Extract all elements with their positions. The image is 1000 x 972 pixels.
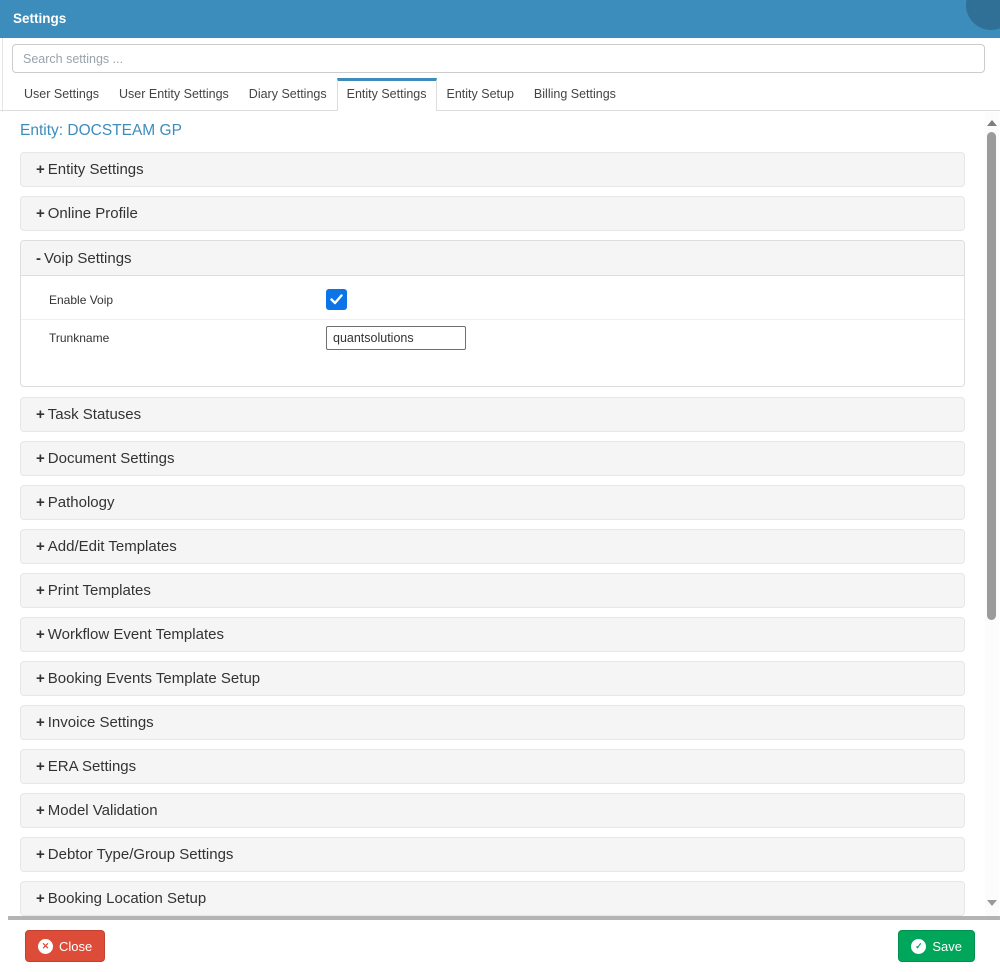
voip-settings-header[interactable]: - Voip Settings: [21, 241, 964, 276]
accordion-label: Pathology: [47, 494, 115, 511]
voip-settings-body: Enable Voip Trunkname: [21, 276, 964, 386]
enable-voip-label: Enable Voip: [49, 292, 114, 307]
expand-plus-icon: +: [36, 670, 45, 687]
accordion-panel-pathology[interactable]: + Pathology: [20, 485, 965, 520]
expand-plus-icon: +: [36, 494, 45, 511]
save-button-label: Save: [932, 938, 962, 954]
accordion-label: Model Validation: [47, 802, 158, 819]
accordion-label: Print Templates: [47, 582, 151, 599]
expand-plus-icon: +: [36, 802, 45, 819]
accordion-panel-model-validation[interactable]: + Model Validation: [20, 793, 965, 828]
accordion-label: Booking Events Template Setup: [47, 670, 261, 687]
trunkname-input[interactable]: [326, 326, 466, 350]
tab-user-entity-settings[interactable]: User Entity Settings: [109, 78, 239, 110]
accordion-label: ERA Settings: [47, 758, 137, 775]
close-button-label: Close: [59, 938, 93, 954]
search-input[interactable]: [12, 44, 985, 73]
settings-tabs: User Settings User Entity Settings Diary…: [0, 78, 1000, 111]
expand-plus-icon: +: [36, 161, 45, 178]
expand-plus-icon: +: [36, 406, 45, 423]
expand-plus-icon: +: [36, 450, 45, 467]
vertical-scrollbar[interactable]: [985, 112, 999, 916]
scroll-up-arrow-icon[interactable]: [985, 116, 999, 130]
expand-plus-icon: +: [36, 890, 45, 907]
accordion-label: Voip Settings: [44, 249, 132, 267]
entity-heading: Entity: DOCSTEAM GP: [20, 122, 182, 139]
expand-plus-icon: +: [36, 205, 45, 222]
accordion-panel-voip-settings: - Voip Settings Enable Voip Trunkname: [20, 240, 965, 387]
accordion-label: Add/Edit Templates: [47, 538, 177, 555]
tab-entity-settings[interactable]: Entity Settings: [336, 78, 437, 111]
collapse-minus-icon: -: [36, 249, 41, 267]
close-button[interactable]: ✕ Close: [25, 930, 106, 962]
accordion-panel-booking-location-setup[interactable]: + Booking Location Setup: [20, 881, 965, 916]
accordion-panel-workflow-event-templates[interactable]: + Workflow Event Templates: [20, 617, 965, 652]
trunkname-row: Trunkname: [21, 320, 964, 354]
scroll-down-arrow-icon[interactable]: [985, 896, 999, 910]
expand-plus-icon: +: [36, 758, 45, 775]
accordion-label: Entity Settings: [47, 161, 144, 178]
accordion-label: Document Settings: [47, 450, 175, 467]
corner-close-button[interactable]: [966, 0, 1000, 30]
close-circle-x-icon: ✕: [38, 938, 53, 954]
scrollbar-thumb[interactable]: [987, 132, 996, 620]
expand-plus-icon: +: [36, 846, 45, 863]
accordion-panel-invoice-settings[interactable]: + Invoice Settings: [20, 705, 965, 740]
search-bar: [12, 44, 985, 73]
tab-user-settings[interactable]: User Settings: [14, 78, 109, 110]
dialog-title: Settings: [13, 11, 67, 26]
accordion-label: Online Profile: [47, 205, 138, 222]
accordion-panel-task-statuses[interactable]: + Task Statuses: [20, 397, 965, 432]
accordion-panel-online-profile[interactable]: + Online Profile: [20, 196, 965, 231]
dialog-titlebar: Settings: [0, 0, 1000, 38]
tab-entity-setup[interactable]: Entity Setup: [437, 78, 524, 110]
expand-plus-icon: +: [36, 714, 45, 731]
expand-plus-icon: +: [36, 626, 45, 643]
tab-diary-settings[interactable]: Diary Settings: [239, 78, 337, 110]
accordion-panel-print-templates[interactable]: + Print Templates: [20, 573, 965, 608]
accordion-panel-entity-settings[interactable]: + Entity Settings: [20, 152, 965, 187]
enable-voip-row: Enable Voip: [21, 276, 964, 320]
accordion-panel-debtor-type-group-settings[interactable]: + Debtor Type/Group Settings: [20, 837, 965, 872]
accordion-label: Booking Location Setup: [47, 890, 207, 907]
accordion-label: Workflow Event Templates: [47, 626, 224, 643]
trunkname-label: Trunkname: [49, 331, 110, 345]
settings-content: Entity: DOCSTEAM GP + Entity Settings + …: [0, 112, 1000, 916]
settings-dialog: Settings User Settings User Entity Setti…: [0, 0, 1000, 972]
checkmark-icon: [330, 294, 343, 305]
expand-plus-icon: +: [36, 538, 45, 555]
accordion-label: Debtor Type/Group Settings: [47, 846, 234, 863]
accordion-panel-add-edit-templates[interactable]: + Add/Edit Templates: [20, 529, 965, 564]
accordion-label: Invoice Settings: [47, 714, 154, 731]
accordion-panel-document-settings[interactable]: + Document Settings: [20, 441, 965, 476]
save-button[interactable]: ✓ Save: [898, 930, 975, 962]
expand-plus-icon: +: [36, 582, 45, 599]
tab-billing-settings[interactable]: Billing Settings: [524, 78, 626, 110]
accordion-label: Task Statuses: [47, 406, 142, 423]
accordion-panel-era-settings[interactable]: + ERA Settings: [20, 749, 965, 784]
enable-voip-checkbox[interactable]: [326, 289, 347, 310]
accordion-panel-booking-events-template-setup[interactable]: + Booking Events Template Setup: [20, 661, 965, 696]
save-circle-check-icon: ✓: [911, 938, 927, 954]
dialog-footer: ✕ Close ✓ Save: [0, 920, 1000, 972]
